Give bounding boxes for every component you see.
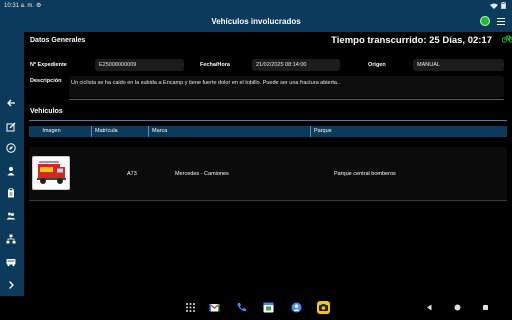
apps-grid-icon[interactable] (184, 301, 197, 314)
contacts-icon[interactable] (290, 301, 303, 314)
back-arrow-icon[interactable] (4, 97, 18, 109)
calendar-icon[interactable] (262, 301, 275, 314)
recents-square-icon[interactable] (479, 301, 492, 314)
clipboard-icon[interactable] (4, 187, 18, 199)
online-status-icon[interactable] (480, 16, 490, 26)
expediente-field: E25000000009 (95, 59, 184, 71)
column-header-imagen[interactable]: Imagen (29, 126, 74, 137)
page-title: Vehículos involucrados (211, 17, 301, 26)
wifi-icon (490, 3, 498, 9)
descripcion-label: Descripción (30, 78, 62, 84)
compass-icon[interactable] (4, 142, 18, 154)
divider (29, 120, 507, 121)
person-icon[interactable] (4, 165, 18, 177)
fecha-field: 21/02/2025 08:14:00 (252, 59, 340, 71)
descripcion-field: Un ciclista se ha caido en la subida a E… (69, 76, 504, 98)
hierarchy-icon[interactable] (4, 233, 18, 245)
vehicle-image (32, 156, 70, 190)
column-header-marca[interactable]: Marca (148, 126, 306, 137)
vehicle-matricula: A73 (127, 171, 137, 177)
bicycle-icon (502, 35, 512, 43)
camera-icon[interactable] (317, 301, 330, 314)
menu-icon[interactable] (497, 18, 505, 25)
status-settings-icon: ⚙ (36, 3, 42, 9)
people-icon[interactable] (4, 210, 18, 222)
system-indicators (490, 2, 506, 9)
vehicle-parque: Parque central bomberos (334, 171, 396, 177)
battery-icon (501, 2, 506, 9)
table-row[interactable]: A73 Mercedes - Camiones Parque central b… (29, 147, 507, 201)
origen-field: MANUAL (413, 59, 504, 71)
gmail-icon[interactable] (208, 301, 221, 314)
column-header-parque[interactable]: Parque (310, 126, 507, 137)
edit-icon[interactable] (4, 121, 18, 133)
expediente-label: Nº Expediente (30, 62, 67, 68)
sidebar (0, 32, 24, 296)
status-bar: 10:31 a. m. ⚙ (0, 0, 512, 12)
main-content: Datos Generales Tiempo transcurrido: 25 … (24, 32, 512, 296)
divider (69, 99, 504, 100)
vehicle-marca: Mercedes - Camiones (175, 171, 229, 177)
general-header: Datos Generales Tiempo transcurrido: 25 … (30, 35, 512, 48)
column-header-matricula[interactable]: Matrícula (91, 126, 147, 137)
general-section-label: Datos Generales (30, 37, 86, 44)
elapsed-time: Tiempo transcurrido: 25 Días, 02:17 (331, 35, 492, 46)
fecha-label: Fecha/Hora (200, 62, 230, 68)
vehicles-section-label: Vehículos (30, 108, 63, 115)
status-time: 10:31 a. m. (4, 3, 35, 9)
fire-truck-icon (37, 161, 66, 184)
vehicles-table-header: Imagen Matrícula Marca Parque (29, 126, 507, 137)
truck-icon[interactable] (4, 256, 18, 268)
back-triangle-icon[interactable] (423, 301, 436, 314)
app-bar: Vehículos involucrados (0, 12, 512, 32)
home-circle-icon[interactable] (451, 301, 464, 314)
chevron-right-icon[interactable] (4, 279, 18, 291)
phone-icon[interactable] (235, 301, 248, 314)
system-nav-bar (0, 296, 512, 320)
origen-label: Origen (368, 62, 386, 68)
